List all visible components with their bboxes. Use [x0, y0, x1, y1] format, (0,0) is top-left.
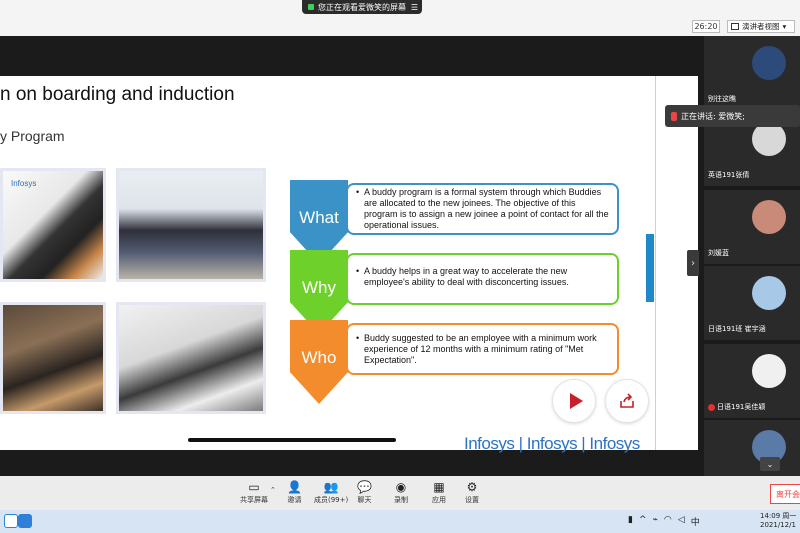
speaking-label: 正在讲话: 爱微笑; [681, 111, 745, 121]
add-person-icon: 👤 [287, 480, 302, 494]
who-text-box: Buddy suggested to be an employee with a… [346, 323, 619, 375]
gear-icon: ⚙ [466, 480, 478, 494]
infosys-logos: Infosys | Infosys | Infosys [464, 434, 640, 453]
presenter-view-label: 演讲者视图 [742, 22, 780, 31]
system-tray: ▮ ^ ⌁ ◠ ◁ 中 [628, 515, 700, 528]
top-bar: 您正在观看爱微笑的屏幕 ☰ 26:20 演讲者视图 ▾ [0, 0, 800, 36]
members-icon: 👥 [323, 480, 339, 494]
participant-tile[interactable]: 别往这瞧 [704, 36, 800, 110]
presenter-view-button[interactable]: 演讲者视图 ▾ [727, 20, 795, 33]
taskbar-app-icon[interactable] [4, 514, 18, 528]
chevron-right-icon: › [691, 257, 695, 269]
share-status-bar[interactable]: 您正在观看爱微笑的屏幕 ☰ [302, 0, 422, 14]
members-label: 成员(99+) [314, 496, 349, 504]
avatar [752, 276, 786, 310]
apps-icon: ▦ [433, 480, 445, 494]
menu-icon[interactable]: ☰ [411, 3, 418, 12]
chat-label: 聊天 [357, 496, 372, 504]
photo-group [116, 168, 266, 282]
play-button[interactable] [552, 379, 596, 423]
apps-button[interactable]: ▦ 应用 [432, 481, 446, 505]
participant-tile[interactable]: 日语191吴佳颖 [704, 344, 800, 418]
share-status-icon [308, 4, 314, 10]
share-screen-button[interactable]: ▭ 共享屏幕 [240, 481, 268, 505]
participant-tile[interactable]: 日语191班 崔宇涵 [704, 266, 800, 340]
slide-divider [655, 76, 656, 450]
photo-office [116, 302, 266, 414]
slide-title: n on boarding and induction [0, 84, 235, 105]
chat-button[interactable]: 💬 聊天 [357, 481, 372, 505]
participant-name: 英语191张倩 [708, 170, 749, 180]
wifi-icon[interactable]: ◠ [664, 515, 672, 528]
mic-icon [671, 111, 677, 121]
system-clock[interactable]: 14:09 周一 2021/12/1 [760, 512, 796, 530]
apps-label: 应用 [432, 496, 446, 504]
clock-time: 14:09 周一 [760, 512, 797, 520]
meeting-timer: 26:20 [692, 20, 720, 33]
chevron-up-icon: ⌃ [270, 486, 276, 494]
record-icon: ◉ [395, 480, 407, 494]
avatar [752, 122, 786, 156]
participant-name: 日语191班 崔宇涵 [708, 324, 766, 334]
what-text-box: A buddy program is a formal system throu… [346, 183, 619, 235]
volume-icon[interactable]: ◁ [678, 515, 685, 528]
members-button[interactable]: 👥 成员(99+) [314, 481, 348, 505]
network-icon[interactable]: ⌁ [653, 515, 658, 528]
slide-subtitle: y Program [0, 128, 65, 144]
participant-name: 日语191吴佳颖 [708, 402, 765, 412]
participant-name-text: 英语191张倩 [708, 171, 750, 179]
avatar [752, 46, 786, 80]
speaking-indicator: 正在讲话: 爱微笑; [665, 105, 800, 127]
chevron-up-icon[interactable]: ^ [639, 515, 647, 528]
settings-label: 设置 [465, 496, 479, 504]
photo-gift-box: Infosys [0, 168, 106, 282]
avatar [752, 200, 786, 234]
avatar [752, 354, 786, 388]
chevron-who: Who [290, 320, 348, 404]
share-button[interactable] [605, 379, 649, 423]
why-text-box: A buddy helps in a great way to accelera… [346, 253, 619, 305]
share-status-text: 您正在观看爱微笑的屏幕 [318, 2, 406, 12]
clock-date: 2021/12/1 [760, 521, 796, 529]
collapse-panel-button[interactable]: › [687, 250, 699, 276]
os-taskbar: ▮ ^ ⌁ ◠ ◁ 中 14:09 周一 2021/12/1 [0, 510, 800, 533]
participant-name: 别往这瞧 [708, 94, 736, 104]
ime-indicator[interactable]: 中 [691, 515, 700, 528]
meeting-toolbar: ▭ 共享屏幕 ⌃ 👤 邀请 👥 成员(99+) 💬 聊天 ◉ 录制 ▦ 应用 ⚙ 设置 离开会 [0, 476, 800, 510]
chevron-down-icon: ⌄ [766, 459, 774, 469]
taskbar-meeting-app-icon[interactable] [18, 514, 32, 528]
slide-accent-bar [646, 234, 654, 302]
play-icon [569, 393, 583, 409]
leave-meeting-button[interactable]: 离开会 [770, 484, 800, 504]
slide-scrollbar[interactable] [188, 438, 396, 442]
battery-icon[interactable]: ▮ [628, 515, 633, 528]
chat-icon: 💬 [357, 480, 372, 494]
photo-restaurant [0, 302, 106, 414]
photo-label: Infosys [11, 179, 37, 188]
participant-tile[interactable]: 刘媛蓝 [704, 190, 800, 264]
presenter-view-icon [731, 23, 739, 30]
participant-name-text: 刘媛蓝 [708, 249, 729, 257]
shared-slide: n on boarding and induction y Program In… [0, 76, 698, 453]
record-button[interactable]: ◉ 录制 [394, 481, 408, 505]
participant-name-text: 别往这瞧 [708, 95, 736, 103]
participant-name: 刘媛蓝 [708, 248, 729, 258]
participant-name-text: 日语191班 崔宇涵 [708, 325, 766, 333]
invite-button[interactable]: 👤 邀请 [287, 481, 302, 505]
share-icon [620, 393, 634, 408]
settings-button[interactable]: ⚙ 设置 [465, 481, 479, 505]
record-label: 录制 [394, 496, 408, 504]
screen-share-icon: ▭ [248, 480, 260, 494]
chevron-down-icon: ▾ [782, 22, 787, 31]
scroll-down-button[interactable]: ⌄ [760, 457, 780, 471]
invite-label: 邀请 [287, 496, 302, 504]
share-options-button[interactable]: ⌃ [270, 486, 276, 494]
share-screen-label: 共享屏幕 [240, 496, 268, 504]
participant-name-text: 日语191吴佳颖 [717, 403, 766, 411]
mic-icon [708, 403, 715, 411]
